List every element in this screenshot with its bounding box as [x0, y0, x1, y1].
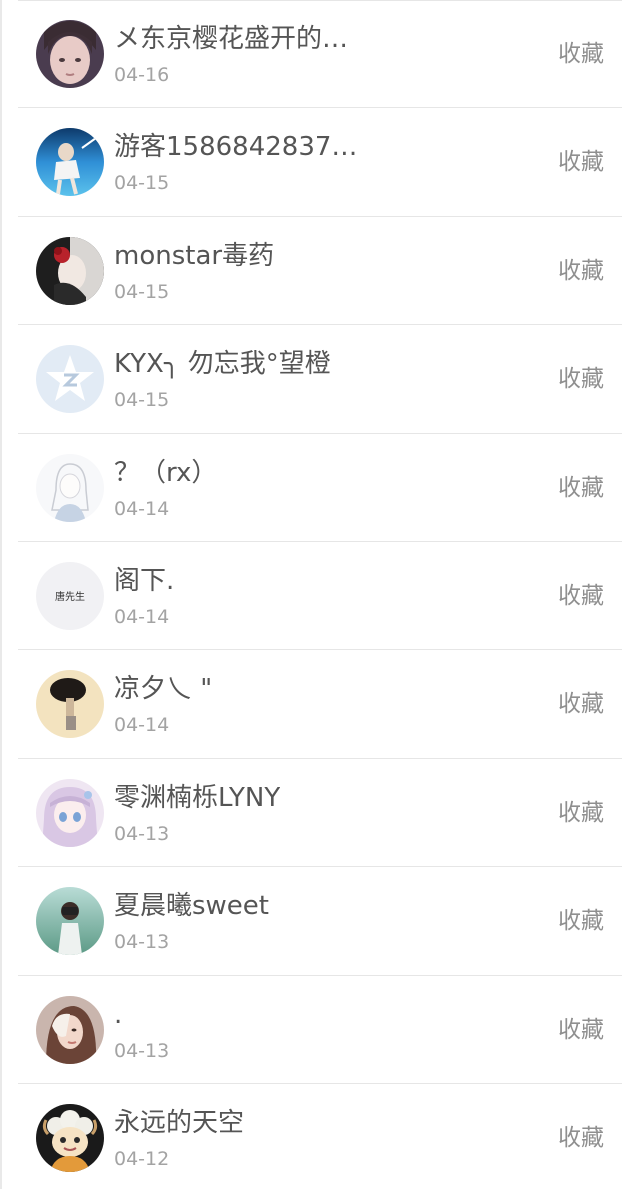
- girl-portrait-avatar[interactable]: [36, 20, 104, 88]
- list-item[interactable]: KYX╮ 勿忘我°望橙 04-15 收藏: [0, 325, 640, 434]
- favorite-button[interactable]: 收藏: [558, 472, 604, 504]
- activity-date: 04-13: [114, 822, 170, 845]
- favorite-button[interactable]: 收藏: [558, 797, 604, 829]
- list-item[interactable]: 零渊楠栎LYNY 04-13 收藏: [0, 759, 640, 868]
- default-star-avatar[interactable]: [36, 345, 104, 414]
- list-item[interactable]: 唐先生 阁下. 04-14 收藏: [0, 542, 640, 651]
- rose-dark-avatar[interactable]: [36, 236, 104, 305]
- user-name[interactable]: 夏晨曦sweet: [114, 889, 269, 923]
- user-name[interactable]: 凉夕乀 ": [114, 672, 212, 706]
- user-name[interactable]: ？（rx）: [114, 456, 217, 490]
- underwater-figure-avatar[interactable]: [36, 128, 104, 197]
- cartoon-sheep-avatar[interactable]: [36, 1103, 104, 1172]
- favorite-button[interactable]: 收藏: [558, 688, 604, 720]
- user-name[interactable]: .: [114, 998, 122, 1032]
- anime-girl-avatar[interactable]: [36, 778, 104, 847]
- user-list: メ东京樱花盛开的… 04-16 收藏 游客1586842837… 04-15 收…: [0, 0, 640, 1192]
- user-name[interactable]: 永远的天空: [114, 1106, 244, 1140]
- user-name[interactable]: monstar毒药: [114, 239, 274, 273]
- woman-portrait-avatar[interactable]: [36, 995, 104, 1064]
- user-name[interactable]: 游客1586842837…: [114, 130, 357, 164]
- afro-figure-avatar[interactable]: [36, 670, 104, 739]
- favorite-button[interactable]: 收藏: [558, 255, 604, 287]
- list-item[interactable]: monstar毒药 04-15 收藏: [0, 217, 640, 326]
- favorite-button[interactable]: 收藏: [558, 38, 604, 70]
- activity-date: 04-14: [114, 714, 170, 737]
- sketch-girl-avatar[interactable]: [36, 453, 104, 522]
- camera-girl-avatar[interactable]: [36, 887, 104, 956]
- favorite-button[interactable]: 收藏: [558, 146, 604, 178]
- user-name[interactable]: メ东京樱花盛开的…: [114, 22, 348, 56]
- favorite-button[interactable]: 收藏: [558, 905, 604, 937]
- activity-date: 04-14: [114, 605, 170, 628]
- list-item[interactable]: 永远的天空 04-12 收藏: [0, 1084, 640, 1192]
- list-item[interactable]: . 04-13 收藏: [0, 976, 640, 1084]
- activity-date: 04-15: [114, 389, 170, 412]
- user-name[interactable]: 零渊楠栎LYNY: [114, 781, 280, 815]
- activity-date: 04-16: [114, 64, 170, 86]
- user-name[interactable]: 阁下.: [114, 564, 174, 598]
- activity-date: 04-13: [114, 1039, 170, 1062]
- favorite-button[interactable]: 收藏: [558, 363, 604, 395]
- text-logo-avatar[interactable]: 唐先生: [36, 561, 104, 630]
- activity-date: 04-15: [114, 172, 170, 195]
- list-item[interactable]: 游客1586842837… 04-15 收藏: [0, 108, 640, 217]
- activity-date: 04-13: [114, 931, 170, 954]
- activity-date: 04-14: [114, 497, 170, 520]
- activity-date: 04-15: [114, 280, 170, 303]
- avatar-text: 唐先生: [55, 592, 85, 604]
- list-item[interactable]: 夏晨曦sweet 04-13 收藏: [0, 867, 640, 976]
- list-item[interactable]: 凉夕乀 " 04-14 收藏: [0, 650, 640, 759]
- favorite-button[interactable]: 收藏: [558, 1014, 604, 1046]
- list-item[interactable]: ？（rx） 04-14 收藏: [0, 434, 640, 542]
- activity-date: 04-12: [114, 1147, 170, 1170]
- favorite-button[interactable]: 收藏: [558, 1122, 604, 1154]
- user-name[interactable]: KYX╮ 勿忘我°望橙: [114, 347, 331, 381]
- favorite-button[interactable]: 收藏: [558, 580, 604, 612]
- list-item[interactable]: メ东京樱花盛开的… 04-16 收藏: [0, 0, 640, 109]
